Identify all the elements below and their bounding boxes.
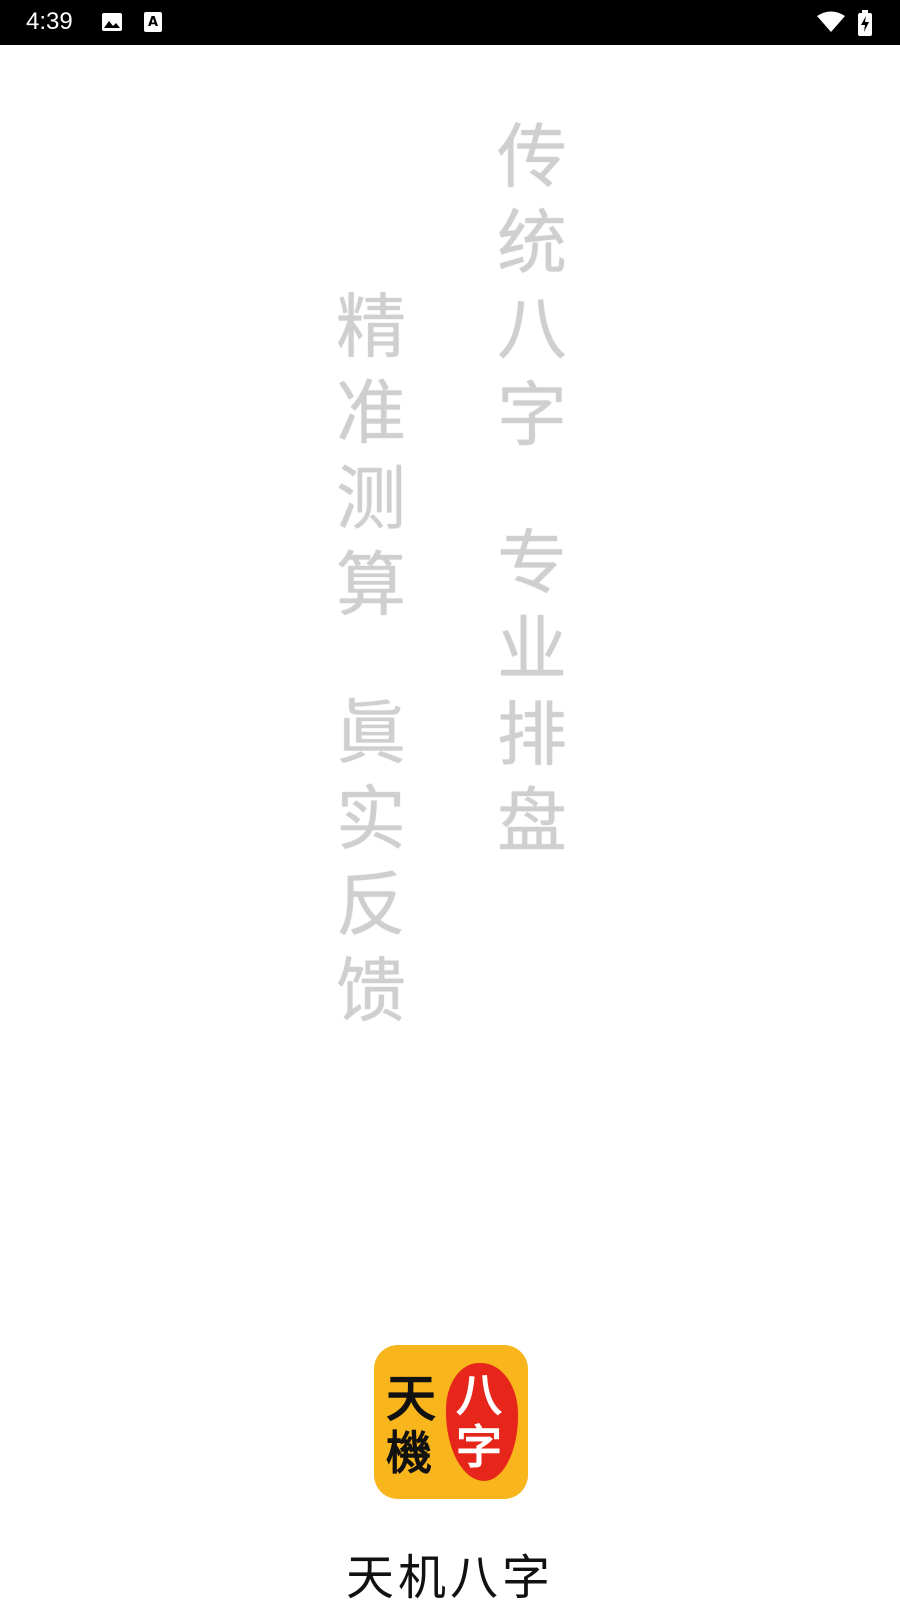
- splash-char: 字: [497, 374, 567, 456]
- splash-char: 反: [336, 864, 406, 946]
- splash-char: 排: [497, 694, 567, 776]
- svg-text:A: A: [148, 15, 158, 30]
- splash-char: 实: [336, 778, 406, 860]
- splash-char: 测: [336, 458, 406, 540]
- splash-column-right: 传 统 八 字 专 业 排 盘: [492, 114, 572, 864]
- app-logo: 天 機 八 字: [374, 1345, 528, 1499]
- logo-char: 天: [386, 1369, 436, 1428]
- splash-char: 专: [497, 522, 567, 604]
- status-time: 4:39: [26, 8, 73, 35]
- image-icon: [100, 10, 124, 34]
- logo-char: 字: [456, 1420, 502, 1474]
- accessibility-a-icon: A: [143, 10, 163, 34]
- app-name: 天机八字: [345, 1550, 554, 1606]
- logo-char: 八: [456, 1368, 502, 1422]
- splash-column-left: 精 准 测 算 眞 实 反 馈: [331, 284, 411, 1034]
- battery-charging-icon: [857, 10, 873, 36]
- splash-char: 眞: [336, 692, 406, 774]
- splash-char: 传: [497, 116, 567, 198]
- splash-char: 馈: [336, 950, 406, 1032]
- splash-char: 盘: [497, 780, 567, 862]
- splash-char: 算: [336, 544, 406, 626]
- status-bar: 4:39 A: [0, 0, 900, 45]
- logo-char: 機: [386, 1426, 432, 1480]
- splash-char: 八: [497, 288, 567, 370]
- splash-char: 精: [336, 286, 406, 368]
- splash-char: 准: [336, 372, 406, 454]
- splash-char: 业: [497, 608, 567, 690]
- wifi-icon: [816, 10, 846, 34]
- splash-char: 统: [497, 202, 567, 284]
